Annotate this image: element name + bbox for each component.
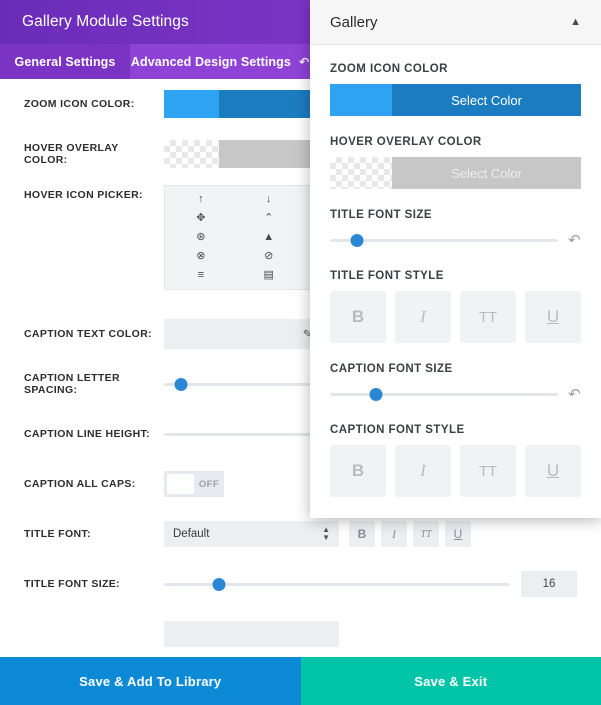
panel-caption-font-style-label: CAPTION FONT STYLE [330,424,465,436]
gallery-settings-panel: Gallery ▲ ZOOM ICON COLOR Select Color H… [310,0,601,518]
panel-caption-font-style-buttons: B I TT U [330,445,581,497]
panel-caption-bold-button[interactable]: B [330,445,386,497]
hover-icon-option-12[interactable]: ⊛ [167,228,235,247]
title-font-size-label: TITLE FONT SIZE: [24,578,121,590]
title-font-bold-button[interactable]: B [349,521,375,547]
hover-icon-option-6[interactable]: ✥ [167,209,235,228]
slider-knob[interactable] [174,378,188,391]
caption-text-color-label: CAPTION TEXT COLOR: [24,328,152,340]
row-partial-next [0,609,601,647]
panel-caption-font-size-slider[interactable] [330,384,559,404]
tab-advanced-design-settings[interactable]: Advanced Design Settings ↷ [130,44,310,79]
panel-title-bold-button[interactable]: B [330,291,386,343]
hover-icon-option-7[interactable]: ⌃ [235,209,303,228]
panel-hover-overlay-color-button-label: Select Color [451,165,522,181]
slider-knob[interactable] [212,578,226,591]
panel-caption-font-size-reset-icon[interactable]: ↷ [568,386,581,403]
title-font-size-input[interactable]: 16 [521,571,577,597]
hover-overlay-color-label: HOVER OVERLAY COLOR: [24,142,119,166]
caption-all-caps-toggle[interactable]: OFF [164,471,224,497]
hover-icon-option-24[interactable]: ≡ [167,266,235,285]
hover-icon-option-18[interactable]: ⊗ [167,247,235,266]
panel-title-font-size-row: ↷ [330,230,581,250]
toggle-knob [167,474,194,494]
panel-caption-uppercase-button[interactable]: TT [460,445,516,497]
hover-icon-option-1[interactable]: ↓ [235,190,303,209]
caption-line-height-label: CAPTION LINE HEIGHT: [24,428,151,440]
panel-caption-italic-button[interactable]: I [395,445,451,497]
tab-general-settings-label: General Settings [14,54,116,69]
caption-all-caps-label: CAPTION ALL CAPS: [24,478,136,490]
panel-title-uppercase-button[interactable]: TT [460,291,516,343]
slider-knob[interactable] [350,234,364,247]
panel-title: Gallery [330,13,378,31]
save-and-add-to-library-button[interactable]: Save & Add To Library [0,657,301,705]
reset-icon[interactable]: ↷ [299,55,309,69]
tab-general-settings[interactable]: General Settings [0,44,130,79]
panel-title-font-style-label: TITLE FONT STYLE [330,270,444,282]
next-field-placeholder [164,621,339,647]
page-title: Gallery Module Settings [22,13,189,30]
panel-header: Gallery ▲ [310,0,601,45]
title-font-select[interactable]: Default ▲ ▼ [164,521,339,547]
modal-footer: Save & Add To Library Save & Exit [0,657,601,705]
panel-title-font-size-reset-icon[interactable]: ↷ [568,232,581,249]
hover-icon-option-0[interactable]: ↑ [167,190,235,209]
panel-title-underline-button[interactable]: U [525,291,581,343]
panel-hover-overlay-color-label: HOVER OVERLAY COLOR [330,136,482,148]
title-font-italic-button[interactable]: I [381,521,407,547]
panel-body: ZOOM ICON COLOR Select Color HOVER OVERL… [310,45,601,507]
panel-hover-overlay-color-select-button[interactable]: Select Color [330,157,581,189]
row-title-font-size: TITLE FONT SIZE: 16 [0,559,601,609]
panel-caption-font-size-row: ↷ [330,384,581,404]
slider-track [330,239,559,242]
caption-letter-spacing-label: CAPTION LETTER SPACING: [24,372,120,396]
zoom-icon-color-swatch [164,90,219,118]
hover-icon-picker-label: HOVER ICON PICKER: [24,189,143,201]
hover-icon-option-13[interactable]: ▲ [235,228,303,247]
save-and-exit-button[interactable]: Save & Exit [300,657,601,705]
chevron-updown-icon: ▲ ▼ [322,525,330,542]
panel-zoom-icon-color-button-label: Select Color [451,92,522,108]
zoom-icon-color-label: ZOOM ICON COLOR: [24,98,135,110]
panel-title-font-style-buttons: B I TT U [330,291,581,343]
title-font-label: TITLE FONT: [24,528,91,540]
title-font-selected-value: Default [173,528,210,540]
hover-icon-option-25[interactable]: ▤ [235,266,303,285]
panel-title-font-size-label: TITLE FONT SIZE [330,209,432,221]
panel-title-italic-button[interactable]: I [395,291,451,343]
panel-zoom-icon-color-swatch [330,84,392,116]
title-font-size-slider[interactable] [164,574,509,594]
title-font-underline-button[interactable]: U [445,521,471,547]
panel-title-font-size-slider[interactable] [330,230,559,250]
panel-zoom-icon-color-select-button[interactable]: Select Color [330,84,581,116]
title-font-uppercase-button[interactable]: TT [413,521,439,547]
toggle-state-label: OFF [198,478,220,490]
panel-zoom-icon-color-label: ZOOM ICON COLOR [330,63,448,75]
hover-icon-option-19[interactable]: ⊘ [235,247,303,266]
title-font-style-buttons: B I TT U [349,521,471,547]
panel-caption-font-size-label: CAPTION FONT SIZE [330,363,453,375]
hover-overlay-color-swatch [164,140,219,168]
tab-advanced-design-settings-label: Advanced Design Settings [130,54,291,69]
slider-knob[interactable] [369,388,383,401]
panel-caption-underline-button[interactable]: U [525,445,581,497]
panel-hover-overlay-color-swatch [330,157,392,189]
slider-track [330,393,559,396]
caret-up-icon[interactable]: ▲ [570,16,581,28]
